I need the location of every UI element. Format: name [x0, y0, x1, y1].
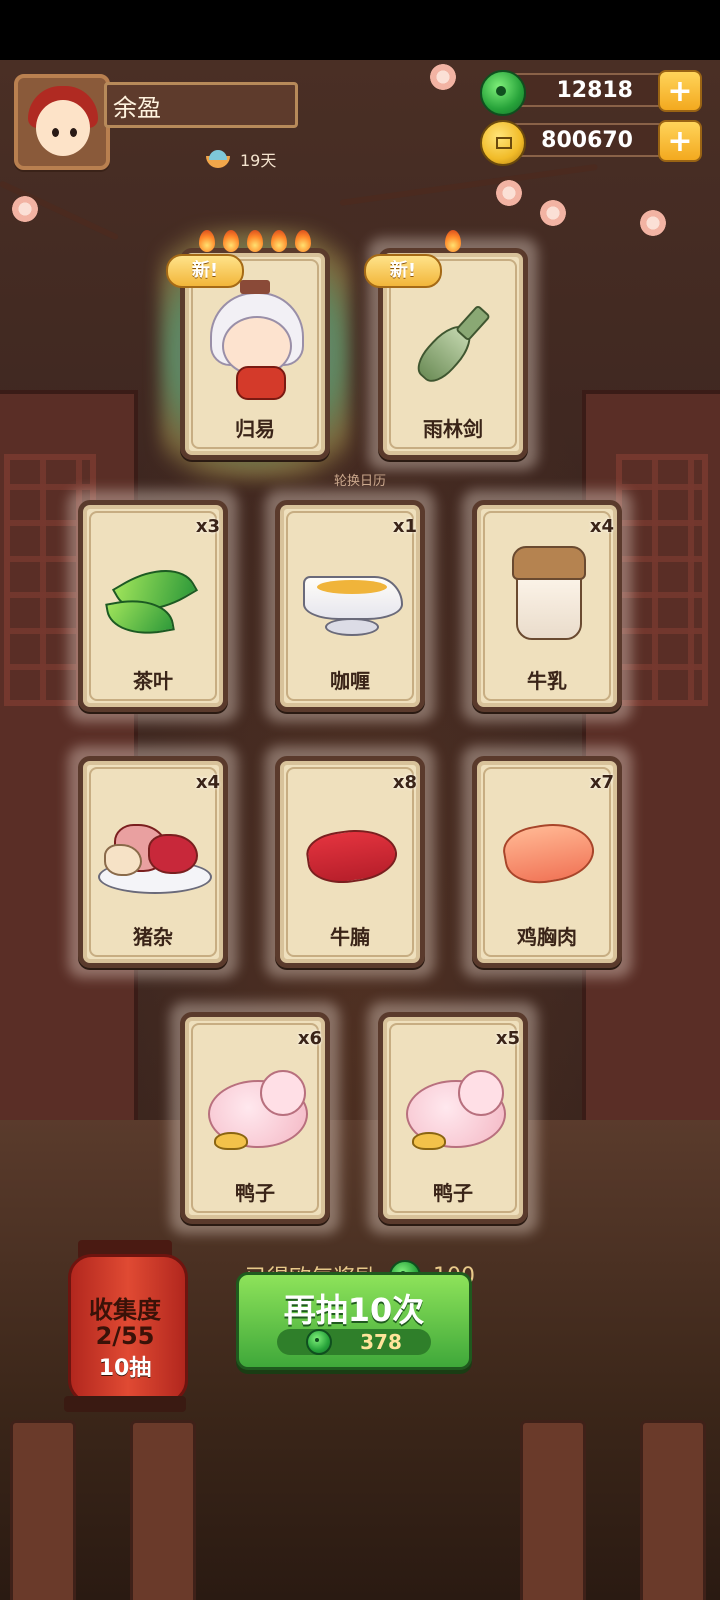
curry-gravy-boat-icon [295, 538, 405, 648]
item-count: x5 [495, 1028, 520, 1049]
pork-offal-plate-icon [98, 794, 212, 904]
card-name: 鸭子 [235, 1181, 275, 1205]
card-item[interactable]: x3 茶叶 [68, 490, 238, 722]
card-featured-1[interactable]: 新! 归易 [160, 228, 350, 480]
avatar-eye [70, 128, 77, 137]
blossom-decoration [430, 64, 456, 90]
item-count: x4 [195, 772, 220, 793]
collection-draws: 10抽 [98, 1356, 152, 1381]
tea-leaf-icon [98, 538, 208, 648]
card-name: 牛乳 [527, 669, 567, 693]
star-rating [378, 226, 528, 254]
card-name: 茶叶 [133, 669, 173, 693]
jade-sword-icon [398, 286, 508, 396]
chef-character-icon [200, 280, 310, 400]
item-count: x8 [392, 772, 417, 793]
coin-currency: 800670 + [480, 120, 702, 166]
add-jade-button[interactable]: + [658, 70, 702, 112]
flame-icon [442, 226, 464, 254]
railing-post [640, 1420, 706, 1600]
avatar-face [36, 100, 90, 156]
draw-button-label: 再抽10次 [283, 1291, 425, 1329]
new-badge: 新! [364, 254, 442, 288]
player-avatar[interactable] [14, 74, 110, 170]
chicken-breast-icon [492, 794, 602, 904]
bowl-icon [204, 148, 234, 170]
flame-icon [244, 226, 266, 254]
card-item[interactable]: x8 牛腩 [265, 746, 435, 978]
jade-icon [480, 70, 526, 116]
add-coins-button[interactable]: + [658, 120, 702, 162]
card-name: 咖喱 [330, 669, 370, 693]
draw-cost: 378 [277, 1329, 431, 1355]
card-name: 雨林剑 [423, 417, 483, 441]
jade-amount: 12818 [500, 73, 675, 107]
milk-jar-icon [492, 538, 602, 648]
blossom-decoration [12, 196, 38, 222]
avatar-eye [52, 128, 59, 137]
card-name: 牛腩 [330, 925, 370, 949]
railing-post [10, 1420, 76, 1600]
card-item[interactable]: x5 鸭子 [368, 1002, 538, 1234]
card-name: 归易 [235, 417, 275, 441]
days-counter: 19天 [204, 146, 276, 172]
lantern-stand [64, 1396, 186, 1412]
collection-progress: 2/55 [95, 1322, 155, 1350]
branch-decoration [339, 163, 598, 206]
card-item[interactable]: x4 牛乳 [462, 490, 632, 722]
rotation-calendar-label: 轮换日历 [333, 474, 386, 489]
game-stage: 余盈 19天 12818 + 800670 + 新! 归易 新! 雨林剑 轮换日… [0, 60, 720, 1600]
days-text: 19天 [240, 151, 277, 170]
new-badge: 新! [166, 254, 244, 288]
card-item[interactable]: x6 鸭子 [170, 1002, 340, 1234]
card-item[interactable]: x1 咖喱 [265, 490, 435, 722]
item-count: x4 [589, 516, 614, 537]
coin-icon [480, 120, 526, 166]
jade-icon [306, 1329, 333, 1355]
player-name: 余盈 [104, 82, 298, 128]
draw-again-button[interactable]: 再抽10次 378 [236, 1272, 472, 1370]
blossom-decoration [640, 210, 666, 236]
coin-amount: 800670 [500, 123, 675, 157]
card-name: 鸭子 [433, 1181, 473, 1205]
blossom-decoration [496, 180, 522, 206]
collection-lantern-button[interactable]: 收集度 2/55 10抽 [64, 1240, 188, 1418]
flame-icon [196, 226, 218, 254]
duck-icon [200, 1050, 310, 1160]
jade-currency: 12818 + [480, 70, 702, 116]
beef-brisket-icon [295, 794, 405, 904]
blossom-decoration [540, 200, 566, 226]
draw-cost-amount: 378 [360, 1330, 402, 1354]
card-name: 鸡胸肉 [517, 925, 577, 949]
item-count: x3 [195, 516, 220, 537]
flame-icon [268, 226, 290, 254]
item-count: x1 [392, 516, 417, 537]
flame-icon [220, 226, 242, 254]
item-count: x6 [297, 1028, 322, 1049]
flame-icon [292, 226, 314, 254]
railing-post [130, 1420, 196, 1600]
duck-icon [398, 1050, 508, 1160]
railing-post [520, 1420, 586, 1600]
card-item[interactable]: x7 鸡胸肉 [462, 746, 632, 978]
collection-title: 收集度 [89, 1296, 161, 1324]
card-featured-2[interactable]: 新! 雨林剑 [364, 230, 538, 470]
card-name: 猪杂 [133, 925, 173, 949]
card-item[interactable]: x4 猪杂 [68, 746, 238, 978]
star-rating [180, 226, 330, 254]
item-count: x7 [589, 772, 614, 793]
